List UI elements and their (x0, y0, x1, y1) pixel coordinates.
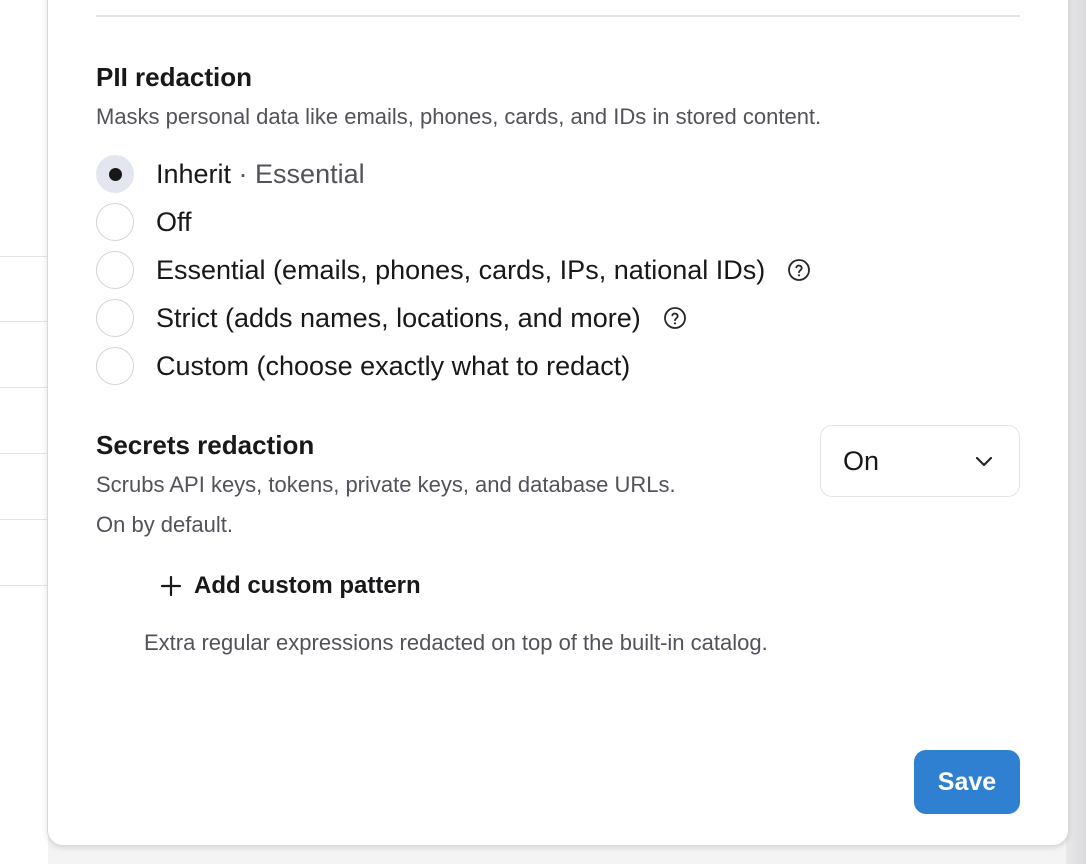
radio-button[interactable] (96, 251, 134, 289)
radio-button[interactable] (96, 299, 134, 337)
help-circle-icon[interactable] (787, 258, 811, 282)
radio-option-off[interactable]: Off (96, 202, 192, 242)
radio-dot (108, 167, 122, 181)
plus-icon (160, 575, 182, 597)
secrets-redaction-description: Scrubs API keys, tokens, private keys, a… (96, 472, 676, 497)
radio-button[interactable] (96, 347, 134, 385)
chevron-down-icon (973, 450, 995, 472)
secrets-redaction-title: Secrets redaction (96, 430, 315, 460)
radio-button[interactable] (96, 203, 134, 241)
pii-redaction-description: Masks personal data like emails, phones,… (96, 104, 822, 129)
background-divider (0, 585, 48, 586)
background-divider (0, 256, 48, 257)
radio-label: Custom (choose exactly what to redact) (156, 350, 631, 381)
help-circle-icon[interactable] (663, 306, 687, 330)
radio-label: Inherit · Essential (156, 159, 365, 190)
radio-option-strict[interactable]: Strict (adds names, locations, and more) (96, 298, 687, 338)
save-button[interactable]: Save (914, 750, 1020, 814)
pii-redaction-title: PII redaction (96, 62, 253, 92)
radio-label: Essential (emails, phones, cards, IPs, n… (156, 254, 766, 285)
radio-label-inherited-value: · Essential (231, 158, 365, 189)
background-divider (0, 387, 48, 388)
background-divider (0, 321, 48, 322)
background-divider (0, 519, 48, 520)
radio-label-text: Inherit (156, 158, 232, 189)
radio-option-custom[interactable]: Custom (choose exactly what to redact) (96, 346, 630, 386)
secrets-default-note: On by default. (96, 512, 233, 537)
radio-button[interactable] (96, 155, 134, 193)
add-custom-pattern-label: Add custom pattern (194, 572, 421, 599)
add-custom-pattern-button[interactable]: Add custom pattern (160, 568, 421, 604)
radio-option-essential[interactable]: Essential (emails, phones, cards, IPs, n… (96, 250, 811, 290)
radio-label: Strict (adds names, locations, and more) (156, 302, 641, 333)
secrets-redaction-select[interactable]: On (820, 425, 1020, 497)
radio-label: Off (156, 206, 192, 237)
background-page (0, 0, 48, 864)
radio-option-inherit[interactable]: Inherit · Essential (96, 154, 365, 194)
background-divider (0, 453, 48, 454)
section-divider (96, 15, 1020, 17)
backdrop-edge (1066, 0, 1086, 864)
select-value: On (843, 445, 880, 476)
custom-pattern-helper-text: Extra regular expressions redacted on to… (144, 630, 768, 655)
